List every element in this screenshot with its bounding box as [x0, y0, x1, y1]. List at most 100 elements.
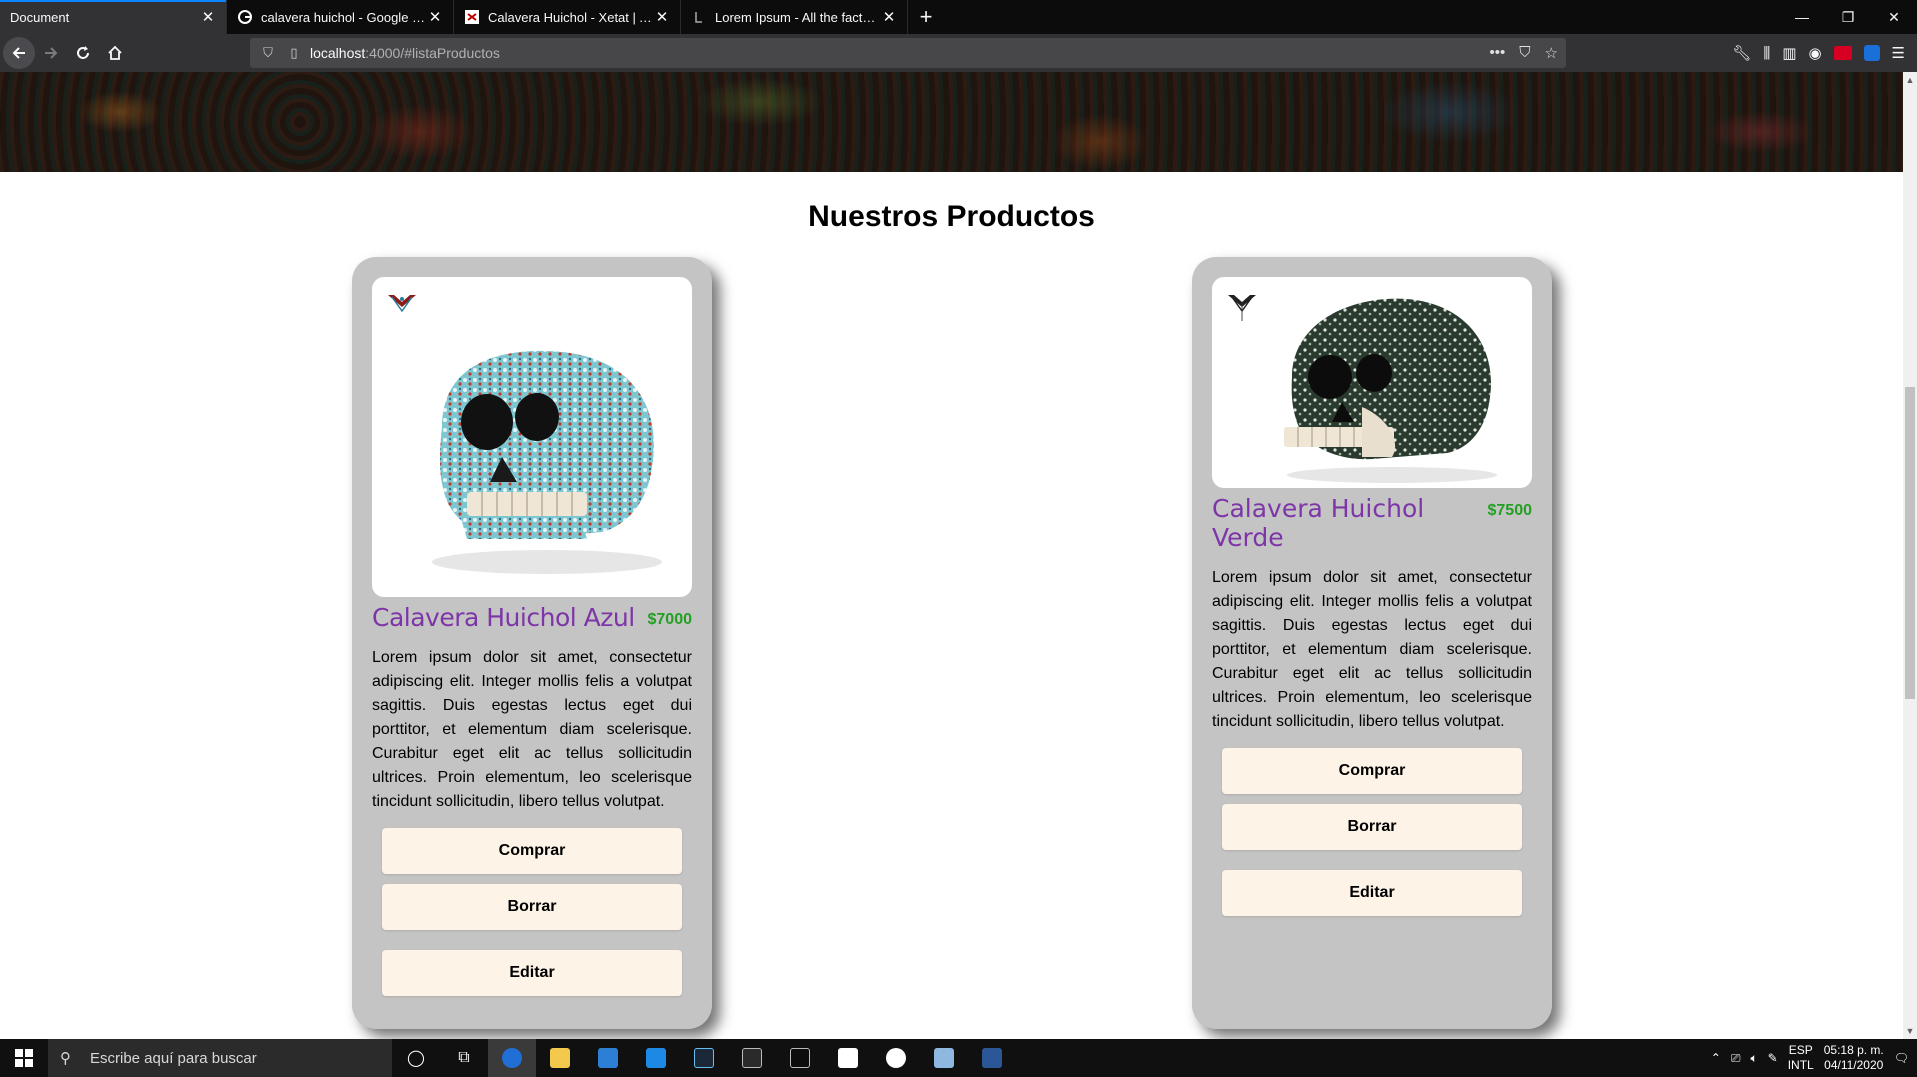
skull-image-blue — [432, 350, 662, 574]
buy-button[interactable]: Comprar — [1222, 748, 1522, 794]
close-icon[interactable]: ✕ — [654, 8, 670, 26]
shield-icon[interactable]: ⛉ — [258, 45, 278, 61]
tab-title: Calavera Huichol - Xetat | Arte Huichol — [488, 9, 654, 25]
mongodb-icon[interactable] — [824, 1039, 872, 1077]
lang-layout: INTL — [1787, 1058, 1814, 1072]
extension-blue-icon[interactable] — [1863, 45, 1880, 61]
chevron-up-icon[interactable]: ⌃ — [1711, 1051, 1721, 1065]
account-icon[interactable]: ◉ — [1808, 44, 1821, 62]
bookmark-star-icon[interactable]: ☆ — [1545, 44, 1558, 62]
tab-document[interactable]: Document ✕ — [0, 0, 227, 34]
library-icon[interactable]: ⫼ — [1763, 45, 1770, 62]
scrollbar-thumb[interactable] — [1905, 387, 1915, 699]
start-button[interactable] — [0, 1039, 48, 1077]
restore-icon[interactable]: ❐ — [1825, 0, 1871, 34]
arrow-left-icon — [12, 47, 25, 59]
vscode-icon[interactable] — [632, 1039, 680, 1077]
huichol-banner-image — [0, 72, 1903, 172]
tab-title: Document — [10, 9, 70, 25]
back-button[interactable] — [3, 37, 35, 69]
page-scrollbar[interactable]: ▲ ▼ — [1903, 72, 1917, 1039]
product-description: Lorem ipsum dolor sit amet, consectetur … — [372, 649, 692, 810]
extension-red-icon[interactable] — [1833, 46, 1852, 60]
lipsum-icon — [691, 9, 707, 25]
clock[interactable]: 05:18 p. m. 04/11/2020 — [1824, 1043, 1884, 1073]
system-tray: ⌃ ⎚ 🔈︎ ✎ ESP INTL 05:18 p. m. 04/11/2020… — [1711, 1039, 1917, 1077]
home-button[interactable] — [99, 38, 131, 68]
tab-xetat[interactable]: Calavera Huichol - Xetat | Arte Huichol … — [454, 0, 681, 34]
reload-button[interactable] — [67, 38, 99, 68]
window-controls: — ❐ ✕ — [1779, 0, 1917, 34]
page-viewport: Nuestros Productos Calavera Huichol Azul… — [0, 72, 1903, 1039]
volume-icon[interactable]: 🔈︎ — [1750, 1051, 1757, 1066]
product-name: Calavera Huichol Verde — [1212, 494, 1425, 552]
delete-button[interactable]: Borrar — [1222, 804, 1522, 850]
sidebar-icon[interactable]: ▥ — [1782, 44, 1796, 62]
word-icon[interactable] — [968, 1039, 1016, 1077]
product-price: $7000 — [647, 611, 693, 628]
wrench-icon[interactable]: 🔧︎ — [1732, 44, 1751, 62]
pen-icon[interactable]: ✎ — [1768, 1051, 1778, 1065]
edit-button[interactable]: Editar — [382, 950, 682, 996]
menu-icon[interactable]: ☰ — [1892, 44, 1905, 62]
product-card: Calavera Huichol Azul $7000 Lorem ipsum … — [352, 257, 712, 1029]
product-name: Calavera Huichol Azul — [372, 603, 635, 632]
browser-tab-bar: Document ✕ calavera huichol - Google Sho… — [0, 0, 1917, 34]
epic-games-icon[interactable] — [728, 1039, 776, 1077]
product-image — [372, 277, 692, 597]
tab-google-shopping[interactable]: calavera huichol - Google Shopping ✕ — [227, 0, 454, 34]
tab-title: Lorem Ipsum - All the facts - Lipsum gen… — [715, 9, 881, 25]
brand-logo-icon — [1228, 295, 1256, 321]
new-tab-button[interactable]: + — [908, 0, 944, 34]
close-window-icon[interactable]: ✕ — [1871, 0, 1917, 34]
windows-taskbar: ⚲ Escribe aquí para buscar ◯ ⧉ ⌃ ⎚ 🔈︎ ✎ … — [0, 1039, 1917, 1077]
input-language[interactable]: ESP INTL — [1788, 1043, 1814, 1073]
url-host: localhost — [310, 45, 366, 61]
forward-button[interactable] — [35, 38, 67, 68]
page-icon[interactable]: ▯ — [284, 45, 304, 61]
minimize-icon[interactable]: — — [1779, 0, 1825, 34]
close-icon[interactable]: ✕ — [427, 8, 443, 26]
product-image — [1212, 277, 1532, 488]
address-bar[interactable]: ⛉ ▯ localhost:4000/#listaProductos ••• ⛉… — [250, 38, 1566, 68]
clock-date: 04/11/2020 — [1824, 1058, 1884, 1072]
arrow-right-icon — [45, 47, 58, 59]
google-icon — [237, 9, 253, 25]
taskbar-search[interactable]: ⚲ Escribe aquí para buscar — [48, 1039, 392, 1077]
product-actions: Comprar Borrar Editar — [1212, 748, 1532, 916]
search-icon: ⚲ — [60, 1050, 71, 1067]
xetat-icon — [464, 9, 480, 25]
toolbar-right: 🔧︎ ⫼ ▥ ◉ ☰ — [1732, 34, 1917, 72]
cortana-icon[interactable]: ◯ — [392, 1039, 440, 1077]
notifications-icon[interactable]: 🗨︎ — [1894, 1051, 1909, 1065]
edit-button[interactable]: Editar — [1222, 870, 1522, 916]
url-path: :4000/#listaProductos — [365, 45, 500, 61]
firefox-icon[interactable] — [488, 1039, 536, 1077]
product-price: $7500 — [1487, 502, 1533, 519]
windows-logo-icon — [15, 1049, 33, 1067]
product-card: Calavera Huichol Verde $7500 Lorem ipsum… — [1192, 257, 1552, 1029]
scroll-up-icon[interactable]: ▲ — [1903, 72, 1917, 88]
search-placeholder: Escribe aquí para buscar — [90, 1049, 257, 1067]
clock-time: 05:18 p. m. — [1823, 1043, 1884, 1057]
scroll-down-icon[interactable]: ▼ — [1903, 1023, 1917, 1039]
close-icon[interactable]: ✕ — [200, 8, 216, 26]
home-icon — [108, 45, 122, 60]
steam-icon[interactable] — [680, 1039, 728, 1077]
tab-lorem-ipsum[interactable]: Lorem Ipsum - All the facts - Lipsum gen… — [681, 0, 908, 34]
file-explorer-icon[interactable] — [536, 1039, 584, 1077]
network-icon[interactable]: ⎚ — [1731, 1051, 1741, 1066]
paint-icon[interactable] — [920, 1039, 968, 1077]
more-actions-icon[interactable]: ••• — [1490, 44, 1506, 62]
product-header: Calavera Huichol Azul $7000 — [372, 603, 692, 632]
mail-icon[interactable] — [584, 1039, 632, 1077]
close-icon[interactable]: ✕ — [881, 8, 897, 26]
task-view-icon[interactable]: ⧉ — [440, 1039, 488, 1077]
reload-icon — [77, 46, 89, 59]
app-green-icon[interactable] — [872, 1039, 920, 1077]
buy-button[interactable]: Comprar — [382, 828, 682, 874]
pocket-icon[interactable]: ⛉ — [1519, 44, 1530, 62]
terminal-icon[interactable] — [776, 1039, 824, 1077]
delete-button[interactable]: Borrar — [382, 884, 682, 930]
section-title: Nuestros Productos — [808, 200, 1095, 233]
